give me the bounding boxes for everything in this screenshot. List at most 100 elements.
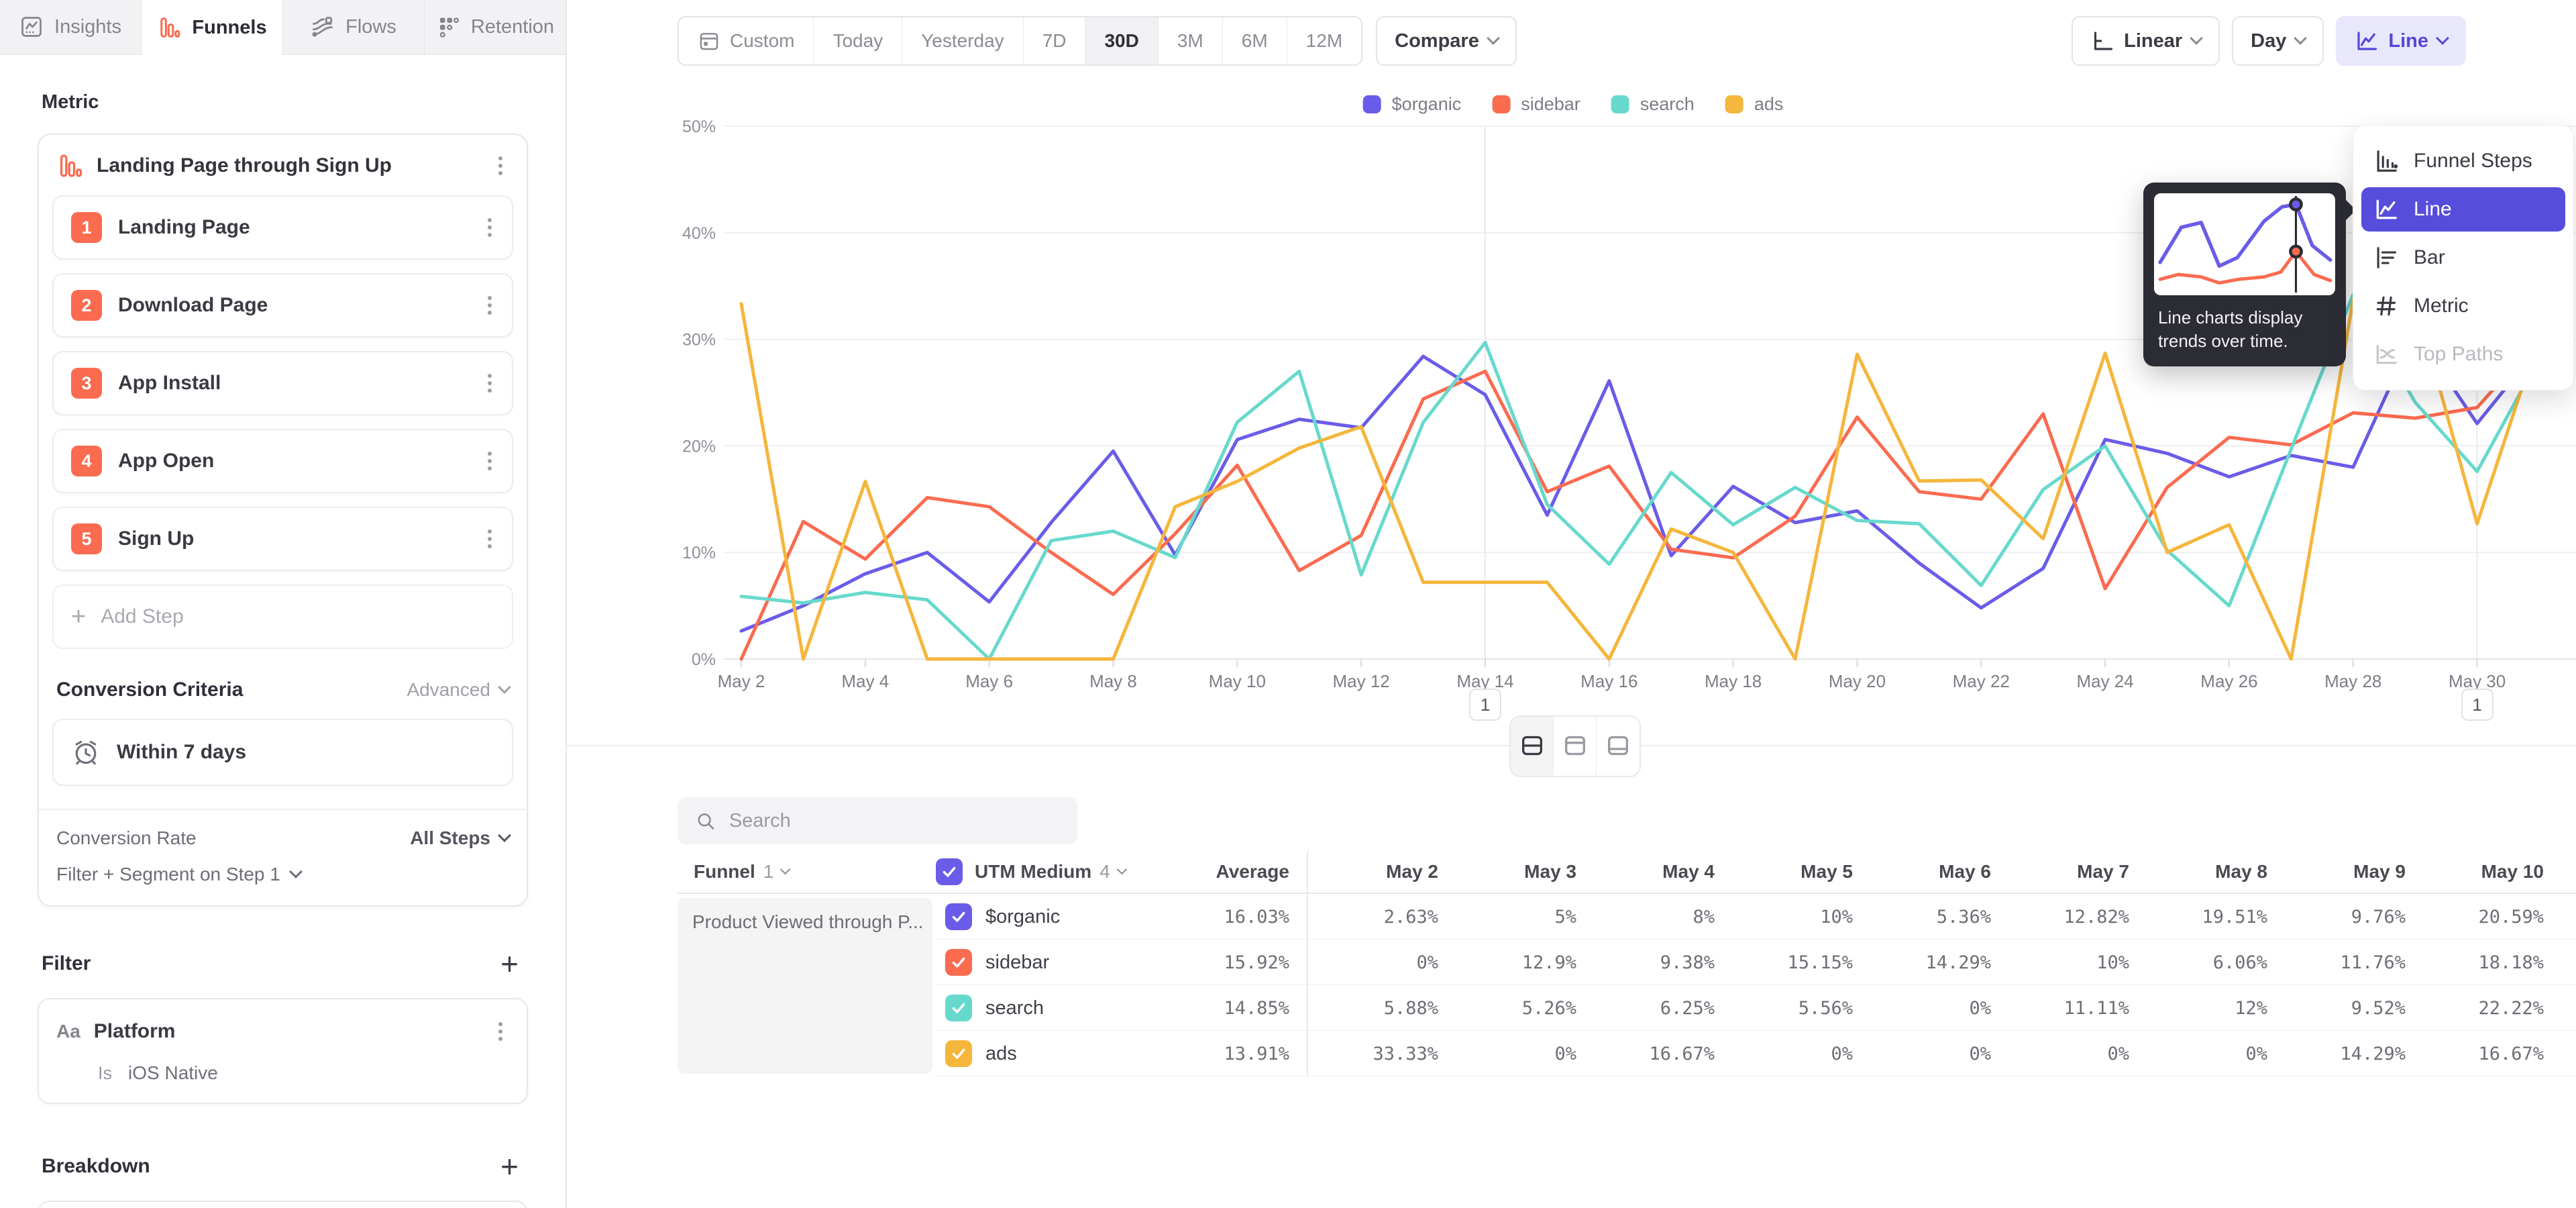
range-30d[interactable]: 30D <box>1085 17 1158 64</box>
menu-item-label: Funnel Steps <box>2414 150 2532 172</box>
series-cell[interactable]: sidebar <box>936 949 1137 976</box>
filter-operator[interactable]: Is <box>98 1063 112 1084</box>
column-header-may-7[interactable]: May 7 <box>1999 861 2137 883</box>
chart-type-tooltip: Line charts display trends over time. <box>2143 183 2346 366</box>
kebab-menu-icon[interactable] <box>492 152 509 179</box>
funnels-icon <box>157 15 181 40</box>
filter-segment-label: Filter + Segment on Step 1 <box>56 864 280 885</box>
annotation-badge-may-14[interactable]: 1 <box>1469 689 1501 721</box>
range-yesterday[interactable]: Yesterday <box>902 17 1024 64</box>
column-header-may-3[interactable]: May 3 <box>1446 861 1585 883</box>
series-cell[interactable]: ads <box>936 1040 1137 1067</box>
scale-dropdown-button[interactable]: Linear <box>2072 16 2220 66</box>
funnel-step-app-install[interactable]: 3 App Install <box>52 351 513 415</box>
breakdown-column-header[interactable]: UTM Medium 4 <box>936 858 1137 885</box>
menu-item-top-paths[interactable]: Top Paths <box>2361 332 2565 376</box>
compare-button[interactable]: Compare <box>1376 16 1517 66</box>
range-3m[interactable]: 3M <box>1159 17 1223 64</box>
add-filter-button[interactable]: + <box>495 948 524 979</box>
chevron-down-icon <box>2190 32 2203 45</box>
menu-item-bar[interactable]: Bar <box>2361 236 2565 280</box>
funnel-step-sign-up[interactable]: 5 Sign Up <box>52 507 513 571</box>
chevron-down-icon <box>1487 32 1500 45</box>
all-steps-dropdown[interactable]: All Steps <box>410 827 509 849</box>
layout-top-button[interactable] <box>1554 717 1597 776</box>
funnel-name-cell[interactable]: Product Viewed through P... <box>678 898 932 1074</box>
column-header-may-5[interactable]: May 5 <box>1723 861 1861 883</box>
left-column: Insights Funnels Flows Retention Metric … <box>0 0 567 1208</box>
column-header-may-4[interactable]: May 4 <box>1585 861 1723 883</box>
tab-insights[interactable]: Insights <box>0 0 142 54</box>
checkbox-checked[interactable] <box>945 995 972 1021</box>
chart-type-dropdown-button[interactable]: Line <box>2336 16 2466 66</box>
funnel-column-header[interactable]: Funnel 1 <box>678 861 936 883</box>
tab-retention[interactable]: Retention <box>425 0 566 54</box>
day-value: 22.22% <box>2414 998 2552 1019</box>
range-12m[interactable]: 12M <box>1287 17 1361 64</box>
kebab-menu-icon[interactable] <box>481 525 498 552</box>
funnel-step-app-open[interactable]: 4 App Open <box>52 429 513 493</box>
range-label: Today <box>833 30 883 52</box>
kebab-menu-icon[interactable] <box>481 448 498 474</box>
kebab-menu-icon[interactable] <box>481 214 498 241</box>
range-today[interactable]: Today <box>814 17 902 64</box>
table-body: Product Viewed through P... $organic 16.… <box>678 894 2576 1076</box>
series-name: ads <box>985 1043 1017 1065</box>
checkbox-checked[interactable] <box>936 858 963 885</box>
layout-top-icon <box>1562 732 1589 761</box>
annotation-badge-may-30[interactable]: 1 <box>2461 689 2493 721</box>
layout-split-button[interactable] <box>1511 717 1554 776</box>
interval-dropdown-button[interactable]: Day <box>2232 16 2324 66</box>
menu-item-line[interactable]: Line <box>2361 187 2565 232</box>
column-header-may-10[interactable]: May 10 <box>2414 861 2552 883</box>
table-search[interactable] <box>678 797 1077 844</box>
kebab-menu-icon[interactable] <box>492 1018 509 1045</box>
clock-icon <box>71 738 101 767</box>
breakdown-card[interactable]: Aa UTM Medium ✕ <box>38 1201 528 1208</box>
add-step-button[interactable]: + Add Step <box>52 585 513 649</box>
svg-text:May 18: May 18 <box>1705 671 1762 691</box>
kebab-menu-icon[interactable] <box>481 292 498 319</box>
plus-icon: + <box>71 604 86 630</box>
menu-item-funnel-steps[interactable]: Funnel Steps <box>2361 139 2565 183</box>
average-column-header[interactable]: Average <box>1137 851 1308 893</box>
average-value: 16.03% <box>1137 894 1308 940</box>
filter-segment-dropdown[interactable]: Filter + Segment on Step 1 <box>56 864 509 885</box>
tab-flows[interactable]: Flows <box>283 0 425 54</box>
add-breakdown-button[interactable]: + <box>495 1151 524 1182</box>
funnel-step-landing-page[interactable]: 1 Landing Page <box>52 195 513 260</box>
conversion-window-card[interactable]: Within 7 days <box>52 719 513 786</box>
filter-value[interactable]: iOS Native <box>128 1062 218 1084</box>
chevron-down-icon <box>2436 32 2449 45</box>
search-input[interactable] <box>729 810 1060 832</box>
layout-bottom-button[interactable] <box>1597 717 1640 776</box>
column-header-may-6[interactable]: May 6 <box>1861 861 1999 883</box>
range-6m[interactable]: 6M <box>1223 17 1287 64</box>
day-value: 9.76% <box>2275 907 2414 927</box>
filter-card[interactable]: Aa Platform Is iOS Native <box>38 998 528 1104</box>
breakdown-heading: Breakdown <box>42 1155 150 1178</box>
tab-label: Funnels <box>192 17 266 39</box>
menu-item-label: Top Paths <box>2414 343 2503 366</box>
date-range-segmented-control: Custom Today Yesterday 7D 30D 3M 6M 12M <box>678 16 1362 66</box>
metric-card-header[interactable]: Landing Page through Sign Up <box>39 135 527 191</box>
column-header-may-2[interactable]: May 2 <box>1308 861 1446 883</box>
series-cell[interactable]: search <box>936 995 1137 1021</box>
column-header-may-8[interactable]: May 8 <box>2137 861 2275 883</box>
checkbox-checked[interactable] <box>945 949 972 976</box>
kebab-menu-icon[interactable] <box>481 370 498 397</box>
range-custom[interactable]: Custom <box>679 17 814 64</box>
column-header-may-9[interactable]: May 9 <box>2275 861 2414 883</box>
checkbox-checked[interactable] <box>945 903 972 930</box>
chart-settings-group: Linear Day Line <box>2072 16 2466 66</box>
menu-item-label: Bar <box>2414 246 2445 269</box>
advanced-dropdown[interactable]: Advanced <box>407 679 509 701</box>
tab-funnels[interactable]: Funnels <box>142 0 283 55</box>
chevron-down-icon <box>498 681 511 694</box>
funnel-step-download-page[interactable]: 2 Download Page <box>52 273 513 338</box>
checkbox-checked[interactable] <box>945 1040 972 1067</box>
series-cell[interactable]: $organic <box>936 903 1137 930</box>
range-7d[interactable]: 7D <box>1024 17 1086 64</box>
day-value: 5.26% <box>1446 998 1585 1019</box>
menu-item-metric[interactable]: Metric <box>2361 284 2565 328</box>
